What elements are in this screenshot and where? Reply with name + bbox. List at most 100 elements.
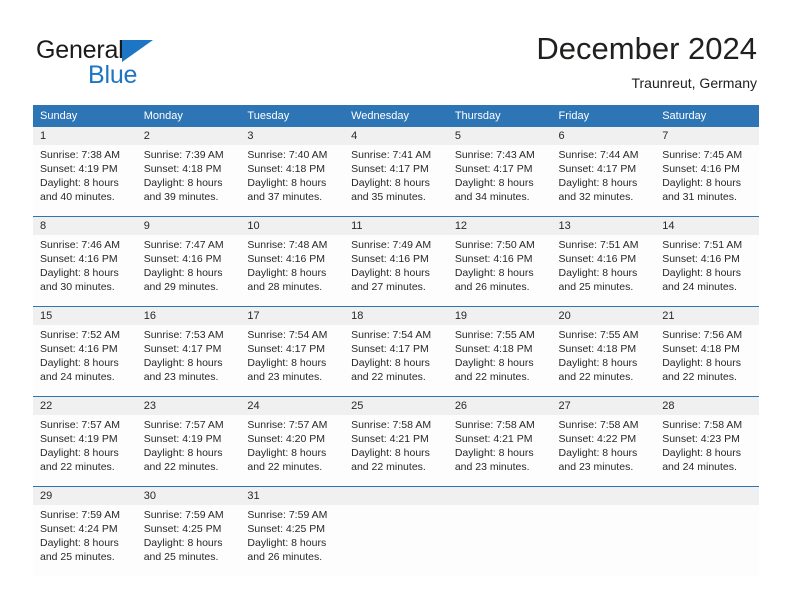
- day-number: 16: [136, 307, 241, 325]
- day-details: Sunrise: 7:49 AM Sunset: 4:16 PM Daylight:…: [344, 235, 448, 294]
- day-detail-line: Sunset: 4:23 PM: [662, 433, 740, 445]
- day-details: Sunrise: 7:59 AM Sunset: 4:25 PM Daylight:…: [240, 505, 344, 564]
- day-detail-line: and 23 minutes.: [247, 371, 323, 383]
- day-detail-line: Daylight: 8 hours: [558, 447, 638, 459]
- day-cell-21[interactable]: 21 Sunrise: 7:56 AM Sunset: 4:18 PM Dayligh…: [655, 307, 759, 396]
- day-cell-27[interactable]: 27 Sunrise: 7:58 AM Sunset: 4:22 PM Dayligh…: [551, 397, 656, 486]
- day-detail-line: Sunset: 4:16 PM: [662, 253, 740, 265]
- logo-text-blue: Blue: [88, 61, 138, 89]
- day-number: 26: [447, 397, 552, 415]
- day-cell-26[interactable]: 26 Sunrise: 7:58 AM Sunset: 4:21 PM Dayligh…: [447, 397, 552, 486]
- day-cell-9[interactable]: 9 Sunrise: 7:47 AM Sunset: 4:16 PM Daylight…: [136, 217, 241, 306]
- day-details: Sunrise: 7:50 AM Sunset: 4:16 PM Daylight:…: [448, 235, 552, 294]
- day-cell-5[interactable]: 5 Sunrise: 7:43 AM Sunset: 4:17 PM Daylight…: [447, 127, 552, 216]
- calendar-cell: 26 Sunrise: 7:58 AM Sunset: 4:21 PM Dayligh…: [447, 396, 552, 487]
- day-cell-17[interactable]: 17 Sunrise: 7:54 AM Sunset: 4:17 PM Dayligh…: [240, 307, 345, 396]
- day-detail-line: Sunrise: 7:45 AM: [662, 149, 743, 161]
- day-detail-line: and 26 minutes.: [247, 551, 323, 563]
- day-detail-line: Daylight: 8 hours: [662, 177, 742, 189]
- day-detail-line: Sunset: 4:16 PM: [558, 253, 637, 265]
- day-details: Sunrise: 7:54 AM Sunset: 4:17 PM Daylight:…: [240, 325, 344, 384]
- calendar-week-row: 22 Sunrise: 7:57 AM Sunset: 4:19 PM Dayligh…: [33, 396, 759, 487]
- calendar-body: 1 Sunrise: 7:38 AM Sunset: 4:19 PM Daylight…: [33, 127, 759, 576]
- day-number: 27: [551, 397, 656, 415]
- day-detail-line: Sunrise: 7:58 AM: [454, 419, 535, 431]
- day-cell-31[interactable]: 31 Sunrise: 7:59 AM Sunset: 4:25 PM Dayligh…: [240, 487, 345, 576]
- triangle-icon: [122, 40, 153, 62]
- day-cell-empty: [551, 487, 656, 576]
- day-detail-line: Sunset: 4:19 PM: [143, 433, 222, 445]
- day-cell-1[interactable]: 1 Sunrise: 7:38 AM Sunset: 4:19 PM Daylight…: [33, 127, 137, 216]
- day-cell-6[interactable]: 6 Sunrise: 7:44 AM Sunset: 4:17 PM Daylight…: [551, 127, 656, 216]
- day-detail-line: Daylight: 8 hours: [40, 267, 119, 279]
- day-details: Sunrise: 7:53 AM Sunset: 4:17 PM Daylight:…: [137, 325, 241, 384]
- day-details: Sunrise: 7:55 AM Sunset: 4:18 PM Daylight:…: [448, 325, 552, 384]
- generalblue-logo[interactable]: General Blue: [36, 36, 236, 94]
- day-detail-line: Sunset: 4:21 PM: [351, 433, 429, 445]
- day-cell-13[interactable]: 13 Sunrise: 7:51 AM Sunset: 4:16 PM Dayligh…: [551, 217, 656, 306]
- day-detail-line: Daylight: 8 hours: [143, 177, 223, 189]
- day-cell-10[interactable]: 10 Sunrise: 7:48 AM Sunset: 4:16 PM Dayligh…: [240, 217, 345, 306]
- day-cell-4[interactable]: 4 Sunrise: 7:41 AM Sunset: 4:17 PM Daylight…: [344, 127, 448, 216]
- day-cell-19[interactable]: 19 Sunrise: 7:55 AM Sunset: 4:18 PM Dayligh…: [447, 307, 552, 396]
- day-cell-18[interactable]: 18 Sunrise: 7:54 AM Sunset: 4:17 PM Dayligh…: [344, 307, 448, 396]
- day-detail-line: Sunset: 4:16 PM: [40, 343, 118, 355]
- day-detail-line: Daylight: 8 hours: [143, 357, 223, 369]
- day-detail-line: and 29 minutes.: [143, 281, 219, 293]
- day-number: [655, 487, 759, 505]
- day-detail-line: Sunrise: 7:49 AM: [351, 239, 432, 251]
- day-detail-line: and 27 minutes.: [351, 281, 426, 293]
- day-cell-24[interactable]: 24 Sunrise: 7:57 AM Sunset: 4:20 PM Dayligh…: [240, 397, 345, 486]
- calendar-cell: 8 Sunrise: 7:46 AM Sunset: 4:16 PM Daylight…: [33, 216, 137, 307]
- day-detail-line: Daylight: 8 hours: [558, 177, 638, 189]
- day-cell-15[interactable]: 15 Sunrise: 7:52 AM Sunset: 4:16 PM Dayligh…: [33, 307, 137, 396]
- day-detail-line: Daylight: 8 hours: [247, 177, 327, 189]
- calendar-cell: [344, 486, 448, 576]
- day-detail-line: and 22 minutes.: [662, 371, 737, 383]
- day-number: 28: [655, 397, 759, 415]
- day-cell-22[interactable]: 22 Sunrise: 7:57 AM Sunset: 4:19 PM Dayligh…: [33, 397, 137, 486]
- day-detail-line: Daylight: 8 hours: [143, 447, 223, 459]
- day-detail-line: Sunrise: 7:46 AM: [40, 239, 120, 251]
- day-details: Sunrise: 7:46 AM Sunset: 4:16 PM Daylight:…: [33, 235, 137, 294]
- day-detail-line: Daylight: 8 hours: [40, 537, 119, 549]
- day-details: Sunrise: 7:43 AM Sunset: 4:17 PM Daylight:…: [448, 145, 552, 204]
- day-number: 5: [447, 127, 552, 145]
- calendar-cell: 29 Sunrise: 7:59 AM Sunset: 4:24 PM Dayligh…: [33, 486, 137, 576]
- day-cell-11[interactable]: 11 Sunrise: 7:49 AM Sunset: 4:16 PM Dayligh…: [344, 217, 448, 306]
- day-cell-29[interactable]: 29 Sunrise: 7:59 AM Sunset: 4:24 PM Dayligh…: [33, 487, 137, 576]
- calendar-cell: 3 Sunrise: 7:40 AM Sunset: 4:18 PM Daylight…: [240, 127, 345, 217]
- day-cell-16[interactable]: 16 Sunrise: 7:53 AM Sunset: 4:17 PM Dayligh…: [136, 307, 241, 396]
- day-cell-3[interactable]: 3 Sunrise: 7:40 AM Sunset: 4:18 PM Daylight…: [240, 127, 345, 216]
- day-detail-line: Sunrise: 7:43 AM: [454, 149, 535, 161]
- day-details: Sunrise: 7:58 AM Sunset: 4:23 PM Daylight:…: [655, 415, 759, 474]
- day-detail-line: and 25 minutes.: [558, 281, 634, 293]
- page-header: General Blue December 2024 Traunreut, Ge…: [0, 0, 792, 104]
- calendar-cell: 21 Sunrise: 7:56 AM Sunset: 4:18 PM Dayligh…: [655, 306, 759, 397]
- day-detail-line: and 39 minutes.: [143, 191, 219, 203]
- day-detail-line: Sunrise: 7:57 AM: [143, 419, 224, 431]
- day-cell-20[interactable]: 20 Sunrise: 7:55 AM Sunset: 4:18 PM Dayligh…: [551, 307, 656, 396]
- day-cell-2[interactable]: 2 Sunrise: 7:39 AM Sunset: 4:18 PM Daylight…: [136, 127, 241, 216]
- calendar-cell: 25 Sunrise: 7:58 AM Sunset: 4:21 PM Dayligh…: [344, 396, 448, 487]
- day-cell-23[interactable]: 23 Sunrise: 7:57 AM Sunset: 4:19 PM Dayligh…: [136, 397, 241, 486]
- day-number: [551, 487, 656, 505]
- day-cell-30[interactable]: 30 Sunrise: 7:59 AM Sunset: 4:25 PM Dayligh…: [136, 487, 241, 576]
- day-detail-line: and 22 minutes.: [351, 461, 426, 473]
- day-cell-25[interactable]: 25 Sunrise: 7:58 AM Sunset: 4:21 PM Dayligh…: [344, 397, 448, 486]
- calendar-header-row: Sunday Monday Tuesday Wednesday Thursday Frid…: [33, 105, 759, 127]
- day-detail-line: Sunset: 4:16 PM: [247, 253, 326, 265]
- day-detail-line: Sunrise: 7:38 AM: [40, 149, 120, 161]
- day-detail-line: Sunrise: 7:59 AM: [40, 509, 120, 521]
- calendar-cell: 18 Sunrise: 7:54 AM Sunset: 4:17 PM Dayligh…: [344, 306, 448, 397]
- day-detail-line: and 25 minutes.: [143, 551, 219, 563]
- day-details: Sunrise: 7:39 AM Sunset: 4:18 PM Daylight:…: [137, 145, 241, 204]
- day-detail-line: Sunset: 4:16 PM: [351, 253, 429, 265]
- calendar-cell: 19 Sunrise: 7:55 AM Sunset: 4:18 PM Dayligh…: [447, 306, 552, 397]
- day-cell-14[interactable]: 14 Sunrise: 7:51 AM Sunset: 4:16 PM Dayligh…: [655, 217, 759, 306]
- day-cell-7[interactable]: 7 Sunrise: 7:45 AM Sunset: 4:16 PM Daylight…: [655, 127, 759, 216]
- day-cell-12[interactable]: 12 Sunrise: 7:50 AM Sunset: 4:16 PM Dayligh…: [447, 217, 552, 306]
- day-cell-28[interactable]: 28 Sunrise: 7:58 AM Sunset: 4:23 PM Dayligh…: [655, 397, 759, 486]
- day-detail-line: Sunset: 4:17 PM: [247, 343, 326, 355]
- day-cell-8[interactable]: 8 Sunrise: 7:46 AM Sunset: 4:16 PM Daylight…: [33, 217, 137, 306]
